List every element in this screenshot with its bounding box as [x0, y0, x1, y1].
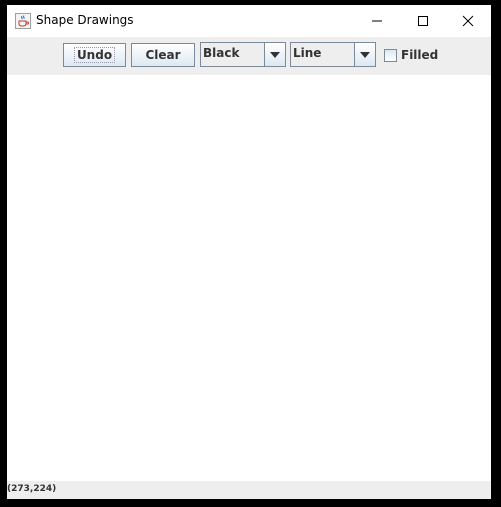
chevron-down-icon: [270, 52, 280, 58]
close-button[interactable]: [445, 5, 491, 37]
color-select[interactable]: Black: [200, 42, 286, 67]
shape-select[interactable]: Line: [290, 42, 376, 67]
drawing-canvas[interactable]: [7, 75, 491, 481]
java-cup-icon: [15, 13, 31, 29]
minimize-button[interactable]: [354, 5, 400, 37]
maximize-icon: [418, 16, 428, 26]
chevron-down-icon: [360, 52, 370, 58]
filled-checkbox-label: Filled: [401, 48, 439, 62]
shape-select-arrow[interactable]: [354, 43, 375, 66]
undo-button-label: Undo: [73, 47, 116, 63]
app-window: Shape Drawings Undo Clear Black Line Fil…: [7, 5, 491, 499]
undo-button[interactable]: Undo: [63, 43, 126, 67]
status-bar: (273,224): [7, 481, 491, 499]
filled-checkbox[interactable]: [384, 49, 397, 62]
maximize-button[interactable]: [400, 5, 446, 37]
title-bar[interactable]: Shape Drawings: [7, 5, 491, 37]
toolbar: Undo Clear Black Line Filled: [7, 37, 491, 75]
shape-select-value: Line: [293, 46, 322, 60]
clear-button[interactable]: Clear: [131, 43, 195, 67]
cursor-coordinates: (273,224): [7, 484, 57, 494]
color-select-arrow[interactable]: [264, 43, 285, 66]
close-icon: [462, 15, 474, 27]
window-title: Shape Drawings: [36, 13, 134, 27]
color-select-value: Black: [203, 46, 240, 60]
minimize-icon: [372, 20, 382, 22]
